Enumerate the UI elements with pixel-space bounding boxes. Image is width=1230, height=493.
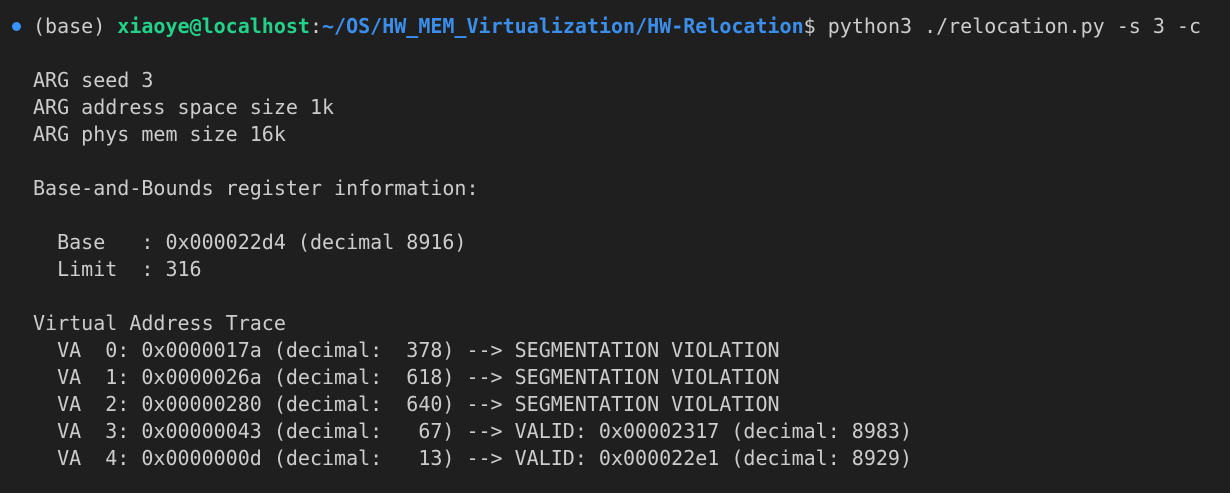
prompt-symbol: $: [803, 14, 828, 38]
output-line: VA 4: 0x0000000d (decimal: 13) --> VALID…: [33, 446, 912, 470]
output-line: VA 2: 0x00000280 (decimal: 640) --> SEGM…: [33, 392, 780, 416]
command-status-indicator[interactable]: [12, 22, 21, 31]
output-line: Limit : 316: [33, 257, 202, 281]
output-line: Base-and-Bounds register information:: [33, 176, 479, 200]
output-line: ARG phys mem size 16k: [33, 122, 286, 146]
working-directory: ~/OS/HW_MEM_Virtualization/HW-Relocation: [322, 14, 804, 38]
output-line: ARG address space size 1k: [33, 95, 335, 119]
output-line: ARG seed 3: [33, 68, 154, 92]
prompt-line: (base) xiaoye@localhost:~/OS/HW_MEM_Virt…: [33, 13, 1201, 40]
conda-env: (base): [33, 14, 118, 38]
output-line: Base : 0x000022d4 (decimal 8916): [33, 230, 467, 254]
output-line: Virtual Address Trace: [33, 311, 286, 335]
command-text: python3 ./relocation.py -s 3 -c: [827, 14, 1202, 38]
output-line: VA 3: 0x00000043 (decimal: 67) --> VALID…: [33, 419, 912, 443]
output-line: VA 1: 0x0000026a (decimal: 618) --> SEGM…: [33, 365, 780, 389]
output-line: VA 0: 0x0000017a (decimal: 378) --> SEGM…: [33, 338, 780, 362]
user-host: xiaoye@localhost: [117, 14, 310, 38]
terminal-panel[interactable]: (base) xiaoye@localhost:~/OS/HW_MEM_Virt…: [0, 0, 1230, 493]
prompt-separator: :: [309, 14, 322, 38]
